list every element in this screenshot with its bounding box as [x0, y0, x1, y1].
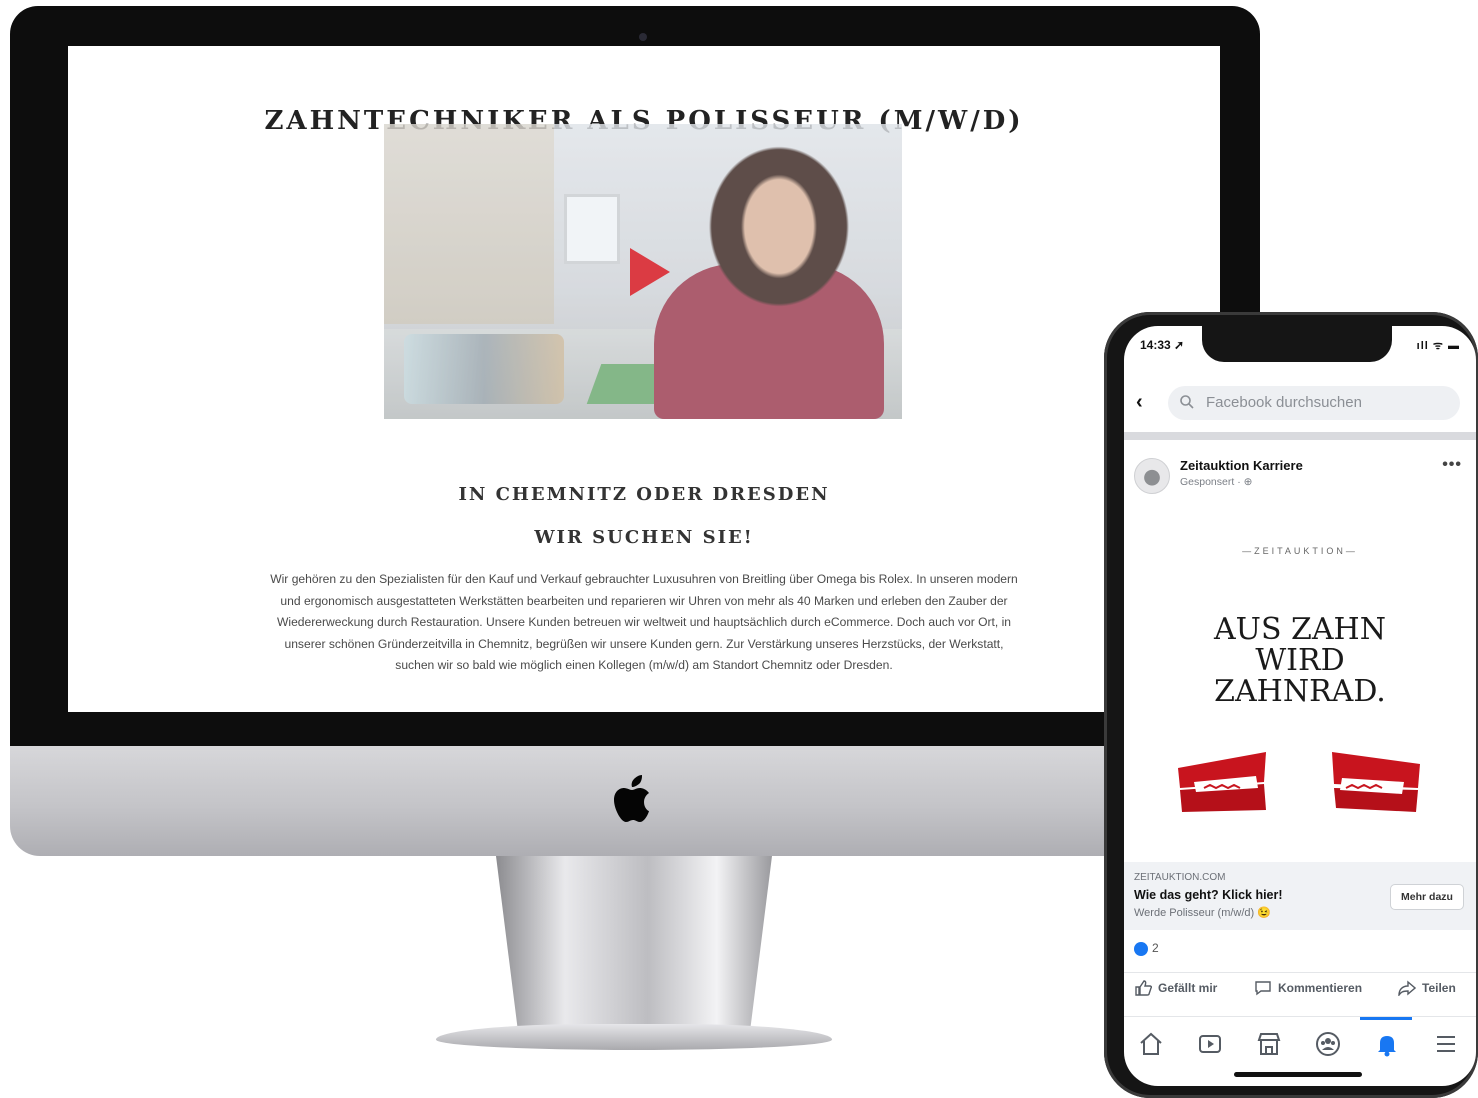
video-person: [684, 144, 874, 419]
post-header: Zeitauktion Karriere Gesponsert · ⊕ •••: [1124, 444, 1476, 504]
groups-icon[interactable]: [1313, 1029, 1343, 1059]
phone-notch: [1202, 326, 1392, 362]
website-screen: ZAHNTECHNIKER ALS POLISSEUR (M/W/D) IN C…: [68, 46, 1220, 712]
feed-divider: [1124, 432, 1476, 440]
thumbs-up-icon: [1135, 980, 1152, 996]
share-icon: [1398, 980, 1416, 996]
home-indicator: [1234, 1072, 1362, 1077]
facebook-header: ‹ Facebook durchsuchen: [1124, 374, 1476, 432]
more-options-icon[interactable]: •••: [1442, 456, 1462, 474]
chattering-teeth-icon: [1178, 752, 1266, 812]
video-player[interactable]: [384, 124, 902, 419]
status-time: 14:33 ➚: [1140, 338, 1185, 352]
play-icon[interactable]: [630, 248, 670, 296]
ad-headline-line: AUS ZAHN: [1214, 612, 1386, 647]
search-placeholder: Facebook durchsuchen: [1206, 394, 1362, 411]
post-actions: Gefällt mir Kommentieren Teilen: [1124, 972, 1476, 1006]
status-icons: ıll ᯤ ▬: [1416, 340, 1460, 352]
ad-creative[interactable]: —ZEITAUKTION— AUS ZAHN WIRD ZAHNRAD.: [1124, 502, 1476, 862]
share-label: Teilen: [1422, 981, 1456, 995]
active-tab-indicator: [1360, 1017, 1412, 1020]
marketplace-icon[interactable]: [1254, 1029, 1284, 1059]
link-description: Werde Polisseur (m/w/d) 😉: [1134, 907, 1271, 919]
phone-frame: 14:33 ➚ ıll ᯤ ▬ ‹ Facebook durchsuchen Z…: [1104, 312, 1478, 1098]
reaction-count: 2: [1152, 941, 1159, 955]
menu-icon[interactable]: [1431, 1029, 1461, 1059]
page-name[interactable]: Zeitauktion Karriere: [1180, 458, 1303, 473]
video-background: [384, 124, 554, 324]
page-avatar[interactable]: [1134, 458, 1170, 494]
comment-icon: [1255, 981, 1271, 996]
hiring-heading: WIR SUCHEN SIE!: [534, 527, 754, 548]
sponsored-label: Gesponsert · ⊕: [1180, 476, 1253, 488]
brand-mark: —ZEITAUKTION—: [1242, 546, 1358, 556]
imac-bezel: ZAHNTECHNIKER ALS POLISSEUR (M/W/D) IN C…: [10, 6, 1260, 746]
imac-stand-foot: [436, 1024, 832, 1050]
phone-screen: 14:33 ➚ ıll ᯤ ▬ ‹ Facebook durchsuchen Z…: [1124, 326, 1476, 1086]
ad-headline-line: WIRD: [1255, 643, 1345, 678]
apple-logo-icon: [614, 775, 649, 822]
video-window: [564, 194, 620, 264]
imac-stand-neck: [496, 856, 772, 1032]
comment-label: Kommentieren: [1278, 981, 1363, 995]
camera-icon: [639, 33, 647, 41]
like-reaction-icon: [1134, 942, 1148, 956]
link-title: Wie das geht? Klick hier!: [1134, 888, 1283, 902]
ad-headline: AUS ZAHN WIRD ZAHNRAD.: [1124, 614, 1476, 707]
ad-headline-line: ZAHNRAD.: [1214, 674, 1386, 709]
notifications-icon[interactable]: [1372, 1029, 1402, 1059]
location-heading: IN CHEMNITZ ODER DRESDEN: [458, 484, 830, 505]
video-tools: [404, 334, 564, 404]
search-icon: [1180, 395, 1194, 409]
job-description: Wir gehören zu den Spezialisten für den …: [270, 572, 1018, 673]
bottom-tab-bar: [1124, 1016, 1476, 1070]
search-input[interactable]: Facebook durchsuchen: [1168, 386, 1460, 420]
chattering-teeth-icon: [1332, 752, 1420, 812]
back-chevron-icon[interactable]: ‹: [1136, 392, 1143, 412]
home-icon[interactable]: [1136, 1029, 1166, 1059]
learn-more-button[interactable]: Mehr dazu: [1390, 884, 1464, 910]
video-icon[interactable]: [1195, 1029, 1225, 1059]
like-label: Gefällt mir: [1158, 981, 1218, 995]
link-preview[interactable]: ZEITAUKTION.COM Wie das geht? Klick hier…: [1124, 862, 1476, 930]
link-domain: ZEITAUKTION.COM: [1134, 872, 1226, 883]
